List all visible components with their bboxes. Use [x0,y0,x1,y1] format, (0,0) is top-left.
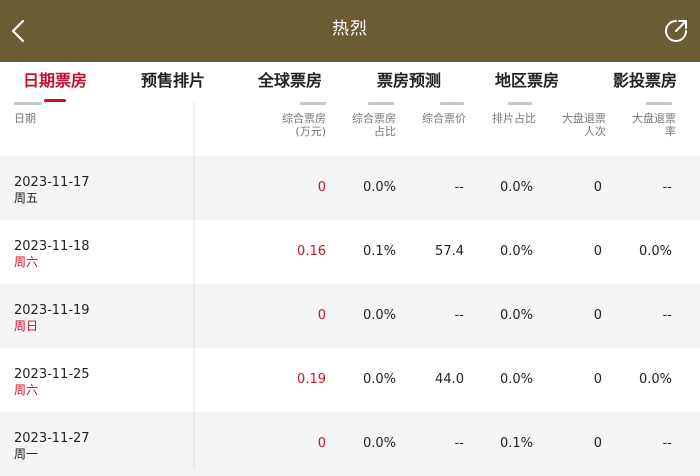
row-date: 2023-11-25 [14,367,90,382]
row-weekday: 周六 [14,255,39,269]
cell-screening-share: 0.0% [499,244,533,259]
cell-box-office: 0.16 [297,244,326,259]
cell-screening-share: 0.0% [499,180,533,195]
row-weekday: 周六 [14,383,39,397]
row-date: 2023-11-27 [14,431,90,446]
header-avg-price[interactable]: 综合票价 [410,112,466,125]
cell-refund-rate: -- [662,308,672,323]
cell-refund-count: 0 [593,436,602,451]
table-row[interactable]: 2023-11-18 周六 0.16 0.1% 57.4 0.0% 0 0.0% [0,220,700,284]
cell-box-office: 0.19 [297,372,326,387]
cell-refund-count: 0 [593,244,602,259]
cell-share: 0.1% [362,244,396,259]
header-box-office[interactable]: 综合票房 (万元) [270,112,326,138]
table-row[interactable]: 2023-11-19 周日 0 0.0% -- 0.0% 0 -- [0,284,700,348]
cell-refund-rate: 0.0% [638,244,672,259]
tab-investor-box-office[interactable]: 影投票房 [600,62,690,102]
table-row[interactable]: 2023-11-25 周六 0.19 0.0% 44.0 0.0% 0 0.0% [0,348,700,412]
table-body: 2023-11-17 周五 0 0.0% -- 0.0% 0 -- 2023-1… [0,156,700,476]
cell-screening-share: 0.0% [499,308,533,323]
header-screening-share[interactable]: 排片占比 [480,112,536,125]
cell-avg-price: -- [454,436,464,451]
share-arrow-icon[interactable] [662,17,690,45]
cell-avg-price: -- [454,180,464,195]
cell-screening-share: 0.1% [499,436,533,451]
cell-avg-price: 57.4 [435,244,464,259]
cell-box-office: 0 [317,308,326,323]
row-weekday: 周五 [14,191,39,205]
cell-share: 0.0% [362,308,396,323]
cell-share: 0.0% [362,372,396,387]
tab-box-office-forecast[interactable]: 票房预测 [364,62,454,102]
header-refund-count[interactable]: 大盘退票 人次 [550,112,606,138]
table-row[interactable]: 2023-11-27 周一 0 0.0% -- 0.1% 0 -- [0,412,700,476]
page-title: 热烈 [332,19,368,39]
tab-regional-box-office[interactable]: 地区票房 [482,62,572,102]
row-date: 2023-11-18 [14,239,90,254]
tab-presale-schedule[interactable]: 预售排片 [128,62,218,102]
row-date: 2023-11-17 [14,175,90,190]
tab-daily-box-office[interactable]: 日期票房 [10,62,100,102]
header-refund-rate[interactable]: 大盘退票 率 [620,112,676,138]
cell-avg-price: -- [454,308,464,323]
cell-share: 0.0% [362,436,396,451]
cell-refund-rate: -- [662,180,672,195]
header-box-office-share[interactable]: 综合票房 占比 [340,112,396,138]
cell-share: 0.0% [362,180,396,195]
cell-refund-rate: -- [662,436,672,451]
top-nav-bar: 热烈 [0,0,700,62]
category-tabs: 日期票房 预售排片 全球票房 票房预测 地区票房 影投票房 [0,62,700,102]
cell-refund-count: 0 [593,180,602,195]
row-weekday: 周日 [14,319,39,333]
cell-refund-count: 0 [593,308,602,323]
scrolled-remnant [440,102,464,105]
table-row[interactable]: 2023-11-17 周五 0 0.0% -- 0.0% 0 -- [0,156,700,220]
row-date: 2023-11-19 [14,303,90,318]
frozen-column-shadow [193,102,196,469]
table-header: 日期 综合票房 (万元) 综合票房 占比 综合票价 排片占比 大盘退票 人次 大… [0,102,700,156]
cell-box-office: 0 [317,180,326,195]
scrolled-remnant [368,102,394,105]
scrolled-remnant [14,102,42,105]
tab-global-box-office[interactable]: 全球票房 [245,62,335,102]
scrolled-remnant [300,102,326,105]
cell-avg-price: 44.0 [435,372,464,387]
row-weekday: 周一 [14,447,39,461]
cell-screening-share: 0.0% [499,372,533,387]
header-date[interactable]: 日期 [14,112,36,125]
cell-refund-count: 0 [593,372,602,387]
cell-refund-rate: 0.0% [638,372,672,387]
scrolled-remnant [646,102,672,105]
scrolled-remnant [508,102,532,105]
cell-box-office: 0 [317,436,326,451]
